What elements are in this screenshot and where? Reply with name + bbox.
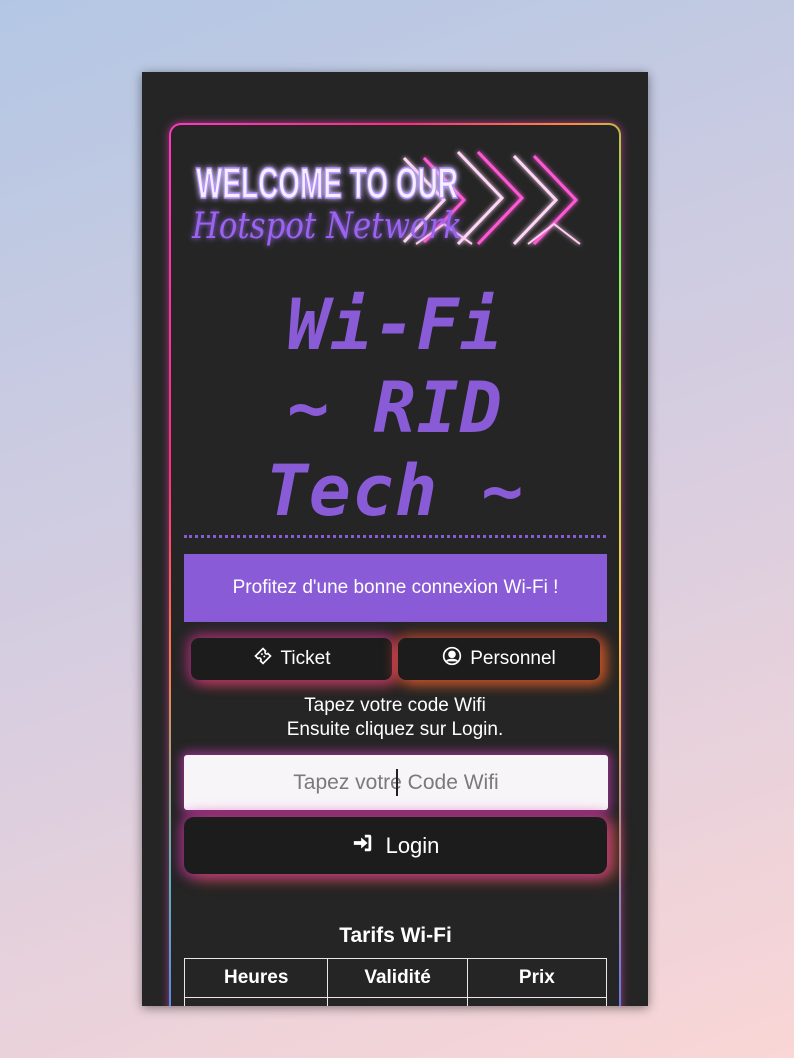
title-line-1: Wi-Fi	[287, 284, 503, 366]
welcome-banner: WELCOME TO OUR Hotspot Network	[191, 150, 581, 247]
tarifs-title: Tarifs Wi-Fi	[339, 924, 452, 947]
tarifs-table: Heures Validité Prix	[183, 958, 608, 1006]
instruction-line-2: Ensuite cliquez sur Login.	[286, 719, 504, 740]
tab-ticket[interactable]: Ticket	[191, 638, 392, 680]
instruction-line-1: Tapez votre code Wifi	[304, 695, 486, 716]
login-button-label: Login	[385, 832, 440, 858]
table-header-row: Heures Validité Prix	[183, 958, 608, 998]
sign-in-icon	[352, 832, 374, 860]
column-header-heures: Heures	[183, 958, 329, 998]
column-header-validite: Validité	[327, 958, 468, 998]
tab-personnel-label: Personnel	[470, 648, 556, 669]
title-line-3: Tech ~	[265, 450, 525, 532]
banner-title-line2: Hotspot Network	[191, 206, 462, 247]
table-row	[183, 997, 608, 1006]
dotted-divider	[184, 535, 606, 538]
user-circle-icon	[442, 646, 462, 672]
ticket-icon	[253, 646, 273, 672]
tab-personnel[interactable]: Personnel	[398, 638, 600, 680]
promo-text: Profitez d'une bonne connexion Wi-Fi !	[232, 577, 559, 598]
login-card: WELCOME TO OUR Hotspot Network Wi-Fi ~ R…	[142, 72, 648, 1006]
promo-banner: Profitez d'une bonne connexion Wi-Fi !	[184, 554, 607, 622]
banner-title-line1: WELCOME TO OUR	[196, 159, 458, 208]
login-button[interactable]: Login	[184, 817, 607, 874]
column-header-prix: Prix	[466, 958, 608, 998]
text-caret	[396, 769, 398, 796]
instructions: Tapez votre code Wifi Ensuite cliquez su…	[182, 694, 608, 742]
title-line-2: ~ RID	[287, 367, 503, 449]
page-title: Wi-Fi ~ RID Tech ~	[182, 284, 608, 533]
tab-ticket-label: Ticket	[280, 648, 331, 669]
